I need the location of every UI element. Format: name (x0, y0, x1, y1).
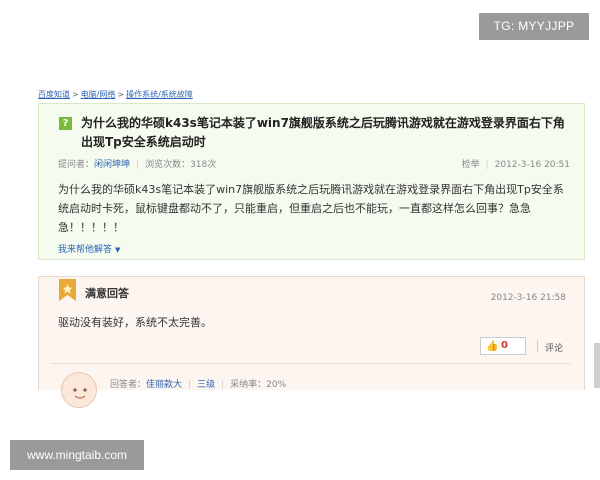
question-card: ? 为什么我的华硕k43s笔记本装了win7旗舰版系统之后玩腾讯游戏就在游戏登录… (38, 103, 585, 260)
thumbs-up-icon: 👍 (486, 341, 499, 352)
meta-divider: | (188, 380, 192, 390)
best-answer-badge-icon (59, 279, 76, 301)
avatar[interactable] (61, 372, 97, 408)
comment-divider (537, 340, 538, 352)
question-body: 为什么我的华硕k43s笔记本装了win7旗舰版系统之后玩腾讯游戏就在游戏登录界面… (58, 183, 564, 234)
asker-label: 提问者： (58, 160, 95, 170)
like-button[interactable]: 👍 0 (480, 337, 526, 355)
watermark-bottom: www.mingtaib.com (10, 440, 144, 470)
help-answer-label: 我来帮他解答 (58, 245, 113, 255)
question-time: 2012-3-16 20:51 (494, 160, 570, 170)
answer-time: 2012-3-16 21:58 (490, 293, 566, 303)
question-title: 为什么我的华硕k43s笔记本装了win7旗舰版系统之后玩腾讯游戏就在游戏登录界面… (81, 116, 565, 149)
meta-divider: | (221, 380, 225, 390)
like-count: 0 (501, 340, 508, 351)
breadcrumb-home[interactable]: 百度知道 (38, 90, 70, 99)
breadcrumb-separator: > (72, 90, 79, 99)
breadcrumb-category[interactable]: 电脑/网络 (81, 90, 116, 99)
meta-divider: | (136, 160, 140, 170)
answerer-name-link[interactable]: 佳丽款大 (146, 380, 182, 390)
chevron-down-icon: ▼ (115, 246, 121, 254)
answer-card: 满意回答 2012-3-16 21:58 驱动没有装好，系统不太完善。 👍 0 … (38, 276, 585, 408)
answerer-level[interactable]: 三级 (197, 380, 215, 390)
question-mark-icon: ? (59, 117, 72, 130)
answer-body: 驱动没有装好，系统不太完善。 (58, 316, 212, 329)
view-count: 浏览次数：318次 (145, 160, 217, 170)
report-link[interactable]: 检举 (462, 160, 480, 170)
answerer-label: 回答者： (110, 380, 147, 390)
meta-divider: | (485, 160, 489, 170)
question-meta: 提问者：闲闲坤坤 | 浏览次数：318次 检举 | 2012-3-16 20:51 (58, 157, 570, 171)
adoption-rate: 采纳率：20% (230, 380, 287, 390)
breadcrumb: 百度知道 > 电脑/网络 > 操作系统/系统故障 (38, 89, 193, 100)
answerer-info: 回答者：佳丽款大 | 三级 | 采纳率：20% (110, 377, 286, 390)
breadcrumb-separator: > (117, 90, 125, 99)
breadcrumb-subcategory[interactable]: 操作系统/系统故障 (126, 90, 193, 99)
answer-divider (51, 363, 571, 364)
answer-title: 满意回答 (85, 287, 129, 300)
page-edge-shadow (594, 343, 600, 388)
watermark-top: TG: MYYJJPP (479, 13, 589, 40)
help-answer-link[interactable]: 我来帮他解答 ▼ (58, 242, 120, 255)
asker-name-link[interactable]: 闲闲坤坤 (94, 160, 130, 170)
comment-link[interactable]: 评论 (545, 341, 563, 354)
